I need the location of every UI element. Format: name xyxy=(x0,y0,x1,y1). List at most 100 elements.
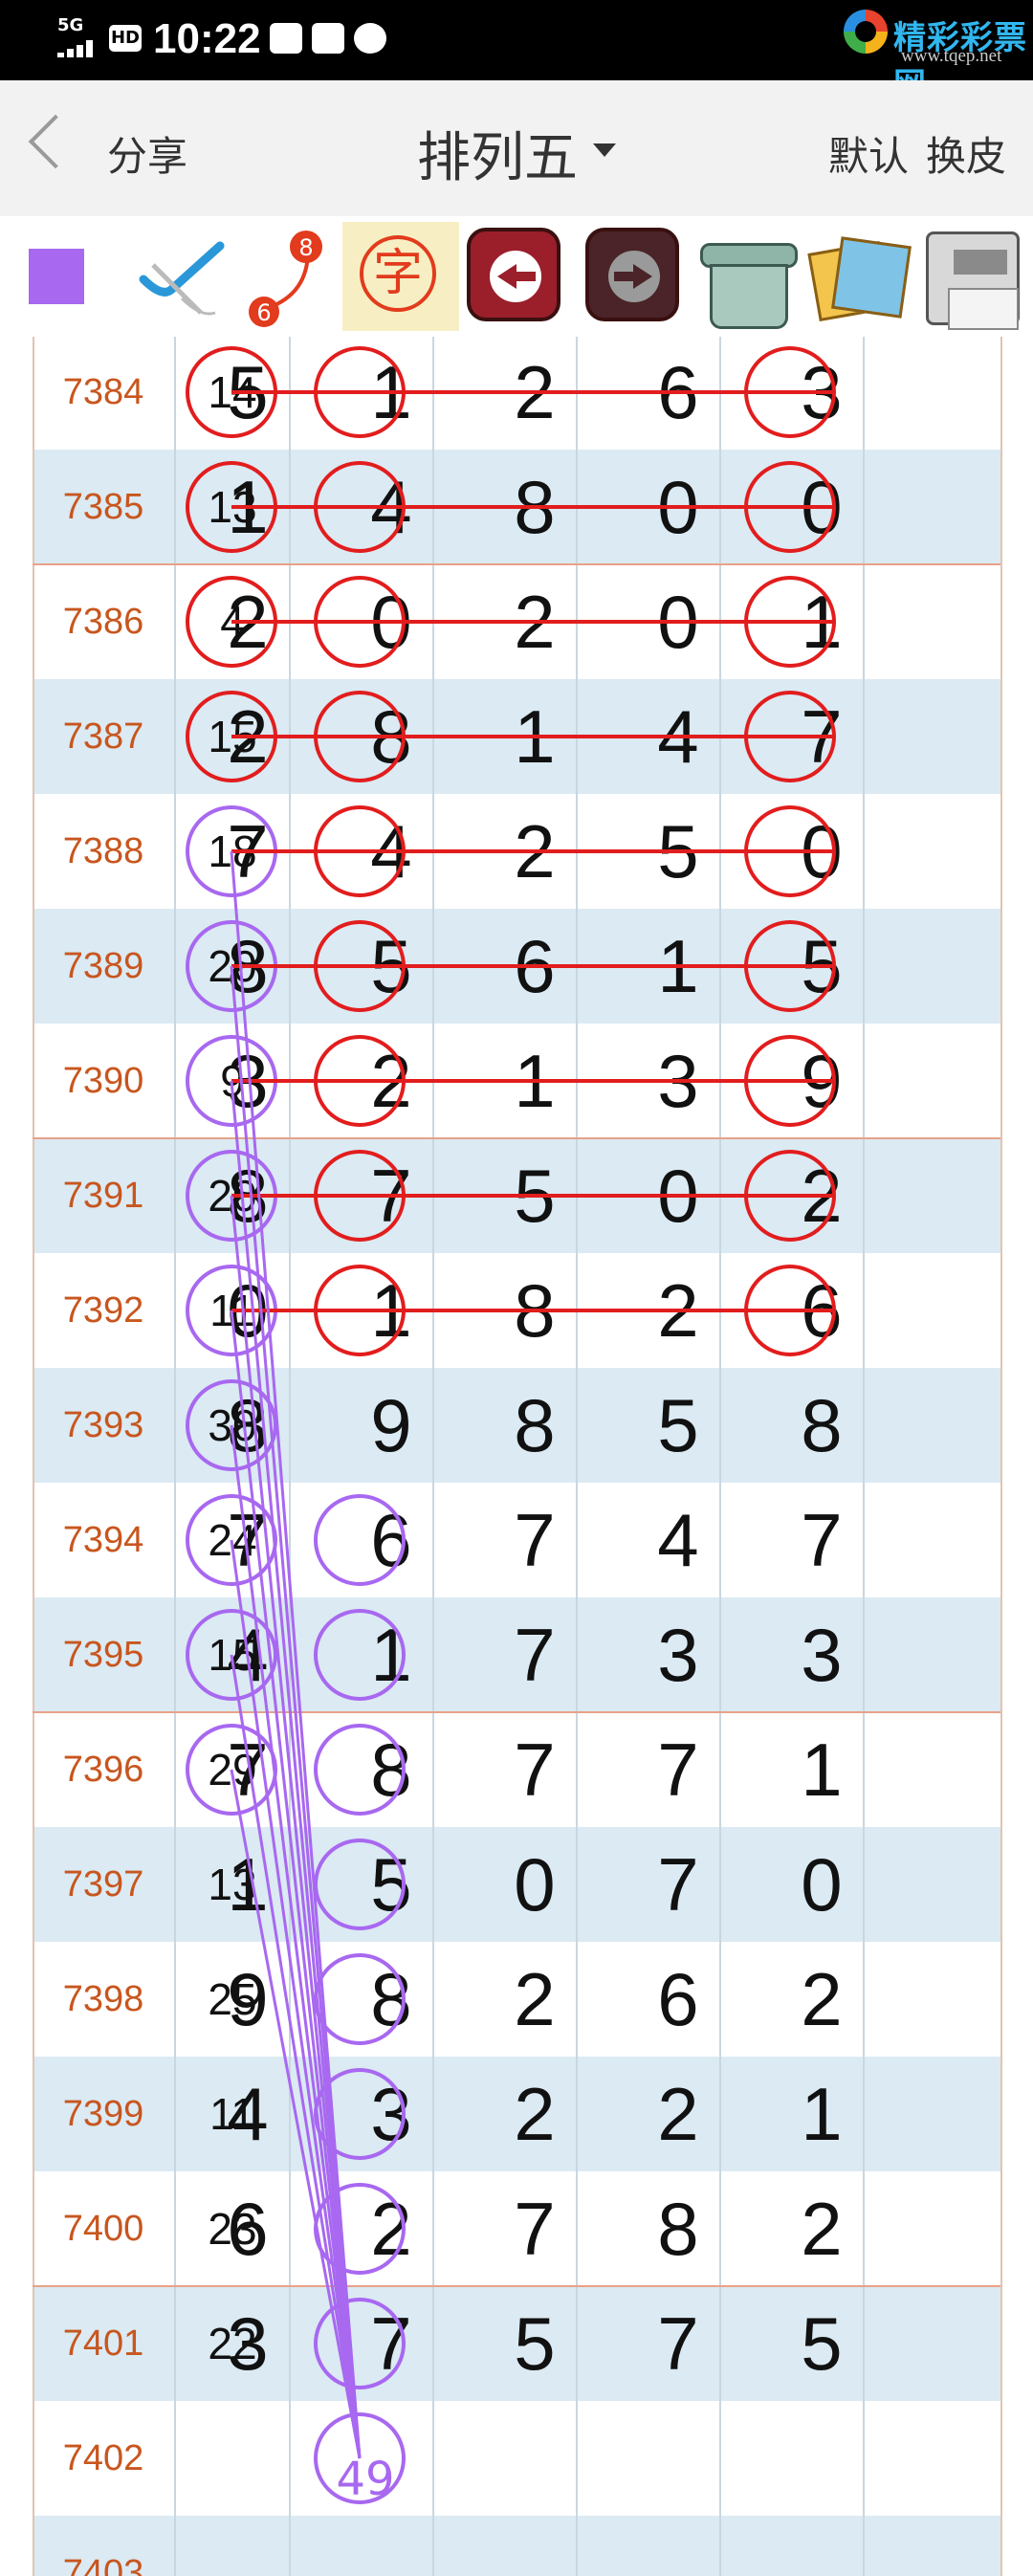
digit-cell-1[interactable]: 2 xyxy=(176,679,319,794)
digit-cell-4[interactable] xyxy=(606,2401,750,2516)
digit-cell-1[interactable]: 3 xyxy=(176,1024,319,1138)
digit-cell-1[interactable]: 9 xyxy=(176,1942,319,2057)
table-row[interactable]: 7403 xyxy=(33,2516,1000,2576)
digit-cell-5[interactable]: 2 xyxy=(750,1942,893,2057)
digit-cell-3[interactable]: 1 xyxy=(463,679,606,794)
color-swatch[interactable] xyxy=(29,249,84,304)
chevron-left-icon[interactable] xyxy=(28,114,83,169)
table-row[interactable]: 7391 20 8 7 5 0 2 xyxy=(33,1138,1000,1253)
digit-cell-2[interactable]: 6 xyxy=(319,1483,463,1597)
digit-cell-2[interactable]: 4 xyxy=(319,450,463,564)
digit-cell-1[interactable]: 1 xyxy=(176,450,319,564)
digit-cell-3[interactable]: 2 xyxy=(463,2057,606,2171)
digit-cell-2[interactable]: 0 xyxy=(319,564,463,679)
digit-cell-2[interactable]: 8 xyxy=(319,679,463,794)
digit-cell-4[interactable]: 5 xyxy=(606,1368,750,1483)
digit-cell-2[interactable]: 8 xyxy=(319,1942,463,2057)
default-button[interactable]: 默认 xyxy=(828,124,909,183)
digit-cell-4[interactable]: 8 xyxy=(606,2171,750,2286)
digit-cell-3[interactable]: 8 xyxy=(463,450,606,564)
digit-cell-1[interactable]: 8 xyxy=(176,1368,319,1483)
change-skin-button[interactable]: 换皮 xyxy=(926,124,1006,183)
digit-cell-1[interactable]: 4 xyxy=(176,1597,319,1712)
table-row[interactable]: 7394 24 7 6 7 4 7 xyxy=(33,1483,1000,1597)
pen-check-icon[interactable] xyxy=(134,222,226,331)
table-row[interactable]: 7384 14 5 1 2 6 3 xyxy=(33,337,1000,450)
digit-cell-4[interactable]: 7 xyxy=(606,2286,750,2401)
digit-cell-4[interactable]: 1 xyxy=(606,909,750,1024)
digit-cell-5[interactable]: 6 xyxy=(750,1253,893,1368)
digit-cell-4[interactable]: 2 xyxy=(606,1253,750,1368)
digit-cell-1[interactable]: 8 xyxy=(176,909,319,1024)
digit-cell-2[interactable]: 3 xyxy=(319,2057,463,2171)
dropdown-caret-icon[interactable] xyxy=(593,143,616,157)
table-row[interactable]: 7402 xyxy=(33,2401,1000,2516)
digit-cell-1[interactable] xyxy=(176,2516,319,2576)
digit-cell-3[interactable]: 5 xyxy=(463,2286,606,2401)
digit-cell-4[interactable]: 0 xyxy=(606,1138,750,1253)
digit-cell-1[interactable] xyxy=(176,2401,319,2516)
digit-cell-4[interactable] xyxy=(606,2516,750,2576)
table-row[interactable]: 7392 11 0 1 8 2 6 xyxy=(33,1253,1000,1368)
digit-cell-3[interactable]: 8 xyxy=(463,1253,606,1368)
table-row[interactable]: 7396 29 7 8 7 7 1 xyxy=(33,1712,1000,1827)
digit-cell-3[interactable]: 2 xyxy=(463,564,606,679)
digit-cell-1[interactable]: 8 xyxy=(176,1138,319,1253)
digit-cell-5[interactable]: 0 xyxy=(750,1827,893,1942)
digit-cell-2[interactable]: 2 xyxy=(319,2171,463,2286)
digit-cell-5[interactable]: 9 xyxy=(750,1024,893,1138)
digit-cell-5[interactable]: 5 xyxy=(750,2286,893,2401)
digit-cell-5[interactable] xyxy=(750,2516,893,2576)
digit-cell-2[interactable]: 5 xyxy=(319,1827,463,1942)
digit-cell-3[interactable]: 2 xyxy=(463,337,606,450)
digit-cell-3[interactable]: 7 xyxy=(463,1712,606,1827)
digit-cell-2[interactable]: 5 xyxy=(319,909,463,1024)
connect-line-icon[interactable]: 8 6 xyxy=(241,222,333,331)
digit-cell-3[interactable] xyxy=(463,2401,606,2516)
table-row[interactable]: 7398 25 9 8 2 6 2 xyxy=(33,1942,1000,2057)
table-row[interactable]: 7388 18 7 4 2 5 0 xyxy=(33,794,1000,909)
digit-cell-3[interactable]: 2 xyxy=(463,794,606,909)
digit-cell-2[interactable]: 7 xyxy=(319,1138,463,1253)
digit-cell-3[interactable]: 7 xyxy=(463,2171,606,2286)
table-row[interactable]: 7399 11 4 3 2 2 1 xyxy=(33,2057,1000,2171)
digit-cell-2[interactable]: 4 xyxy=(319,794,463,909)
table-row[interactable]: 7395 15 4 1 7 3 3 xyxy=(33,1597,1000,1712)
digit-cell-5[interactable]: 1 xyxy=(750,1712,893,1827)
digit-cell-2[interactable]: 8 xyxy=(319,1712,463,1827)
digit-cell-2[interactable]: 2 xyxy=(319,1024,463,1138)
digit-cell-4[interactable]: 5 xyxy=(606,794,750,909)
digit-cell-1[interactable]: 3 xyxy=(176,2286,319,2401)
table-row[interactable]: 7393 30 8 9 8 5 8 xyxy=(33,1368,1000,1483)
digit-cell-5[interactable]: 1 xyxy=(750,564,893,679)
digit-cell-5[interactable]: 3 xyxy=(750,1597,893,1712)
digit-cell-2[interactable] xyxy=(319,2516,463,2576)
text-tool-icon[interactable]: 字 xyxy=(342,222,459,331)
digit-cell-5[interactable] xyxy=(750,2401,893,2516)
digit-cell-2[interactable]: 1 xyxy=(319,1253,463,1368)
digit-cell-4[interactable]: 0 xyxy=(606,450,750,564)
table-row[interactable]: 7401 22 3 7 5 7 5 xyxy=(33,2286,1000,2401)
digit-cell-3[interactable]: 0 xyxy=(463,1827,606,1942)
digit-cell-3[interactable]: 7 xyxy=(463,1483,606,1597)
digit-cell-3[interactable]: 1 xyxy=(463,1024,606,1138)
undo-arrow-icon[interactable] xyxy=(467,228,560,321)
page-title[interactable]: 排列五 xyxy=(417,115,578,192)
digit-cell-5[interactable]: 7 xyxy=(750,679,893,794)
table-row[interactable]: 7400 23 6 2 7 8 2 xyxy=(33,2171,1000,2286)
digit-cell-4[interactable]: 6 xyxy=(606,337,750,450)
digit-cell-4[interactable]: 4 xyxy=(606,679,750,794)
save-floppy-icon[interactable] xyxy=(920,222,1027,331)
digit-cell-3[interactable] xyxy=(463,2516,606,2576)
digit-cell-2[interactable] xyxy=(319,2401,463,2516)
digit-cell-5[interactable]: 8 xyxy=(750,1368,893,1483)
share-button[interactable]: 分享 xyxy=(107,124,187,183)
digit-cell-5[interactable]: 5 xyxy=(750,909,893,1024)
digit-cell-5[interactable]: 2 xyxy=(750,2171,893,2286)
digit-cell-4[interactable]: 2 xyxy=(606,2057,750,2171)
table-row[interactable]: 7397 13 1 5 0 7 0 xyxy=(33,1827,1000,1942)
trash-can-icon[interactable] xyxy=(692,222,798,331)
digit-cell-3[interactable]: 5 xyxy=(463,1138,606,1253)
digit-cell-3[interactable]: 8 xyxy=(463,1368,606,1483)
digit-cell-1[interactable]: 2 xyxy=(176,564,319,679)
